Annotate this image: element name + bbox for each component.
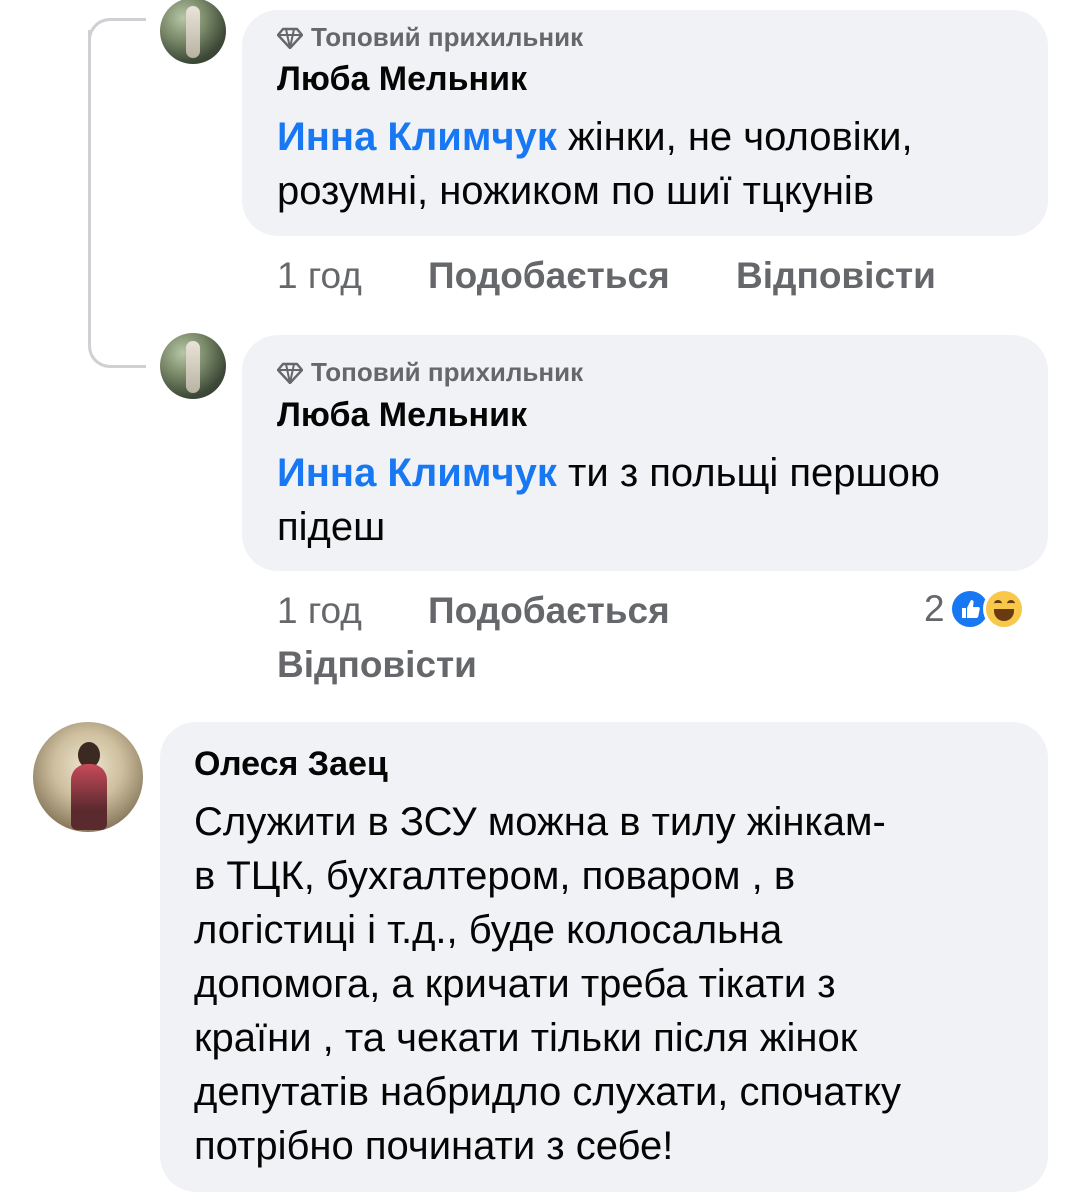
diamond-icon [277,27,303,49]
comment-text: Инна Климчук жінки, не чоловіки, розумні… [277,110,913,218]
mention-link[interactable]: Инна Климчук [277,451,557,495]
reaction-summary[interactable]: 2 [924,588,1025,630]
comment-text-line: в ТЦК, бухгалтером, поваром , в [194,854,796,898]
reaction-count: 2 [924,588,945,629]
comment-text-line: депутатів набридло слухати, спочатку [194,1070,902,1114]
top-fan-badge[interactable]: Топовий прихильник [277,22,583,53]
comment-text-line: жінки, не чоловіки, [556,115,913,159]
like-button[interactable]: Подобається [428,255,670,297]
comment-text-line: допомога, а кричати треба тікати з [194,962,836,1006]
comment-text-line: потрібно починати з себе! [194,1124,674,1168]
thread-connector [88,30,146,368]
badge-label: Топовий прихильник [311,357,584,387]
diamond-icon [277,362,303,384]
haha-icon [982,588,1025,630]
comment-text-line: логістиці і т.д., буде колосальна [194,908,783,952]
avatar[interactable] [33,722,143,832]
comment-timestamp[interactable]: 1 год [277,590,362,632]
comment-text-line: ти з польщі першою [556,451,940,495]
comment-text-line: країни , та чекати тільки після жінок [194,1016,858,1060]
reply-button[interactable]: Відповісти [736,255,936,297]
comment-text-line: розумні, ножиком по шиї тцкунів [277,169,875,213]
avatar[interactable] [160,0,226,64]
comment-author[interactable]: Олеся Заец [194,745,388,784]
comment-text-line: підеш [277,505,386,549]
comment-text: Инна Климчук ти з польщі першою підеш [277,446,940,554]
comment-text-line: Служити в ЗСУ можна в тилу жінкам- [194,800,886,844]
comment-author[interactable]: Люба Мельник [277,396,527,435]
comment-text: Служити в ЗСУ можна в тилу жінкам- в ТЦК… [194,795,901,1173]
avatar[interactable] [160,333,226,399]
comment-author[interactable]: Люба Мельник [277,60,527,99]
badge-label: Топовий прихильник [311,22,584,52]
reply-button[interactable]: Відповісти [277,644,477,686]
mention-link[interactable]: Инна Климчук [277,115,557,159]
comment-timestamp[interactable]: 1 год [277,255,362,297]
like-button[interactable]: Подобається [428,590,670,632]
top-fan-badge[interactable]: Топовий прихильник [277,357,583,388]
